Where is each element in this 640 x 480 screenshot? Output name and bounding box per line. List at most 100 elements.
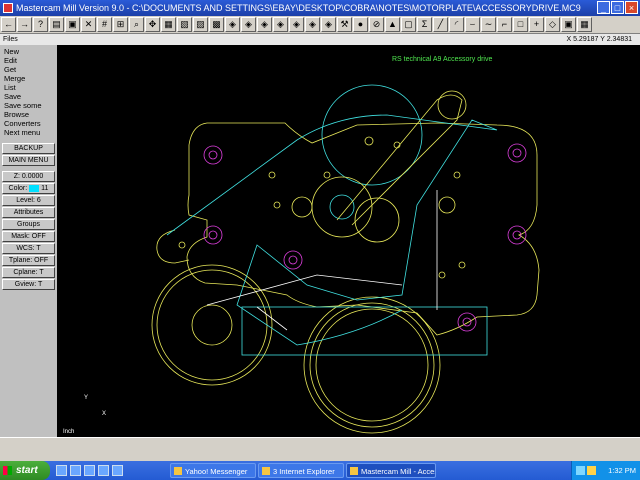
app-quicklaunch-icon[interactable]	[98, 465, 109, 476]
menu-item-list[interactable]: List	[0, 83, 57, 92]
task-yahoo-messenger[interactable]: Yahoo! Messenger	[170, 463, 256, 478]
blank-icon[interactable]: ▢	[401, 17, 416, 32]
cube-4-icon[interactable]: ◈	[273, 17, 288, 32]
menu-item-edit[interactable]: Edit	[0, 56, 57, 65]
view-front-icon[interactable]: ▧	[177, 17, 192, 32]
idler-right	[354, 197, 400, 243]
level-button[interactable]: Level: 6	[2, 195, 55, 206]
ie-quicklaunch-icon[interactable]	[56, 465, 67, 476]
tool-icon[interactable]: ⚒	[337, 17, 352, 32]
view-top-icon[interactable]: ▦	[161, 17, 176, 32]
cad-drawing: RS technical A9 Accessory drive Y X Inch	[63, 56, 540, 435]
app2-quicklaunch-icon[interactable]	[112, 465, 123, 476]
menu-item-save[interactable]: Save	[0, 92, 57, 101]
eraser-icon[interactable]: ◇	[545, 17, 560, 32]
bolt-holes	[203, 143, 527, 332]
pulley-large	[151, 264, 273, 386]
flag-icon[interactable]: ▲	[385, 17, 400, 32]
stop-icon[interactable]: ⊘	[369, 17, 384, 32]
view-side-icon[interactable]: ▨	[193, 17, 208, 32]
menu-item-save-some[interactable]: Save some	[0, 101, 57, 110]
rectangle-icon[interactable]: □	[513, 17, 528, 32]
task-mastercam[interactable]: Mastercam Mill - Acces...	[346, 463, 436, 478]
main-menu-button[interactable]: MAIN MENU	[2, 155, 55, 166]
poly-icon[interactable]: ⌐	[497, 17, 512, 32]
sigma-icon[interactable]: Σ	[417, 17, 432, 32]
drawing-annotation: RS technical A9 Accessory drive	[392, 56, 492, 63]
attributes-button[interactable]: Attributes	[2, 207, 55, 218]
cplane-button[interactable]: Cplane: T	[2, 267, 55, 278]
forward-arrow-icon[interactable]: →	[17, 17, 32, 32]
back-arrow-icon[interactable]: ←	[1, 17, 16, 32]
cube-5-icon[interactable]: ◈	[289, 17, 304, 32]
gview-button[interactable]: Gview: T	[2, 279, 55, 290]
ie-icon	[262, 467, 270, 475]
color-label: Color:	[8, 185, 28, 192]
cube-2-icon[interactable]: ◈	[241, 17, 256, 32]
cube-3-icon[interactable]: ◈	[257, 17, 272, 32]
center-hub	[329, 194, 355, 220]
cube-8-icon[interactable]: ▣	[561, 17, 576, 32]
pulley-bottom-ring2	[315, 308, 429, 422]
settings-icon[interactable]: ▦	[577, 17, 592, 32]
start-label: start	[16, 465, 38, 476]
cube-6-icon[interactable]: ◈	[305, 17, 320, 32]
close-button[interactable]: ×	[625, 1, 638, 14]
title-bar: Mastercam Mill Version 9.0 - C:\DOCUMENT…	[0, 0, 640, 16]
units-label: Inch	[63, 429, 74, 435]
spline-icon[interactable]: ∼	[481, 17, 496, 32]
menu-item-get[interactable]: Get	[0, 65, 57, 74]
start-button[interactable]: start	[0, 461, 50, 480]
idler-left	[291, 196, 313, 218]
small-holes	[178, 136, 466, 279]
mastercam-icon	[350, 467, 358, 475]
cube-7-icon[interactable]: ◈	[321, 17, 336, 32]
maximize-button[interactable]: □	[611, 1, 624, 14]
clock: 1:32 PM	[608, 466, 636, 475]
view-iso-icon[interactable]: ▩	[209, 17, 224, 32]
grid-icon[interactable]: #	[97, 17, 112, 32]
idler-small	[438, 196, 456, 214]
menu-item-new[interactable]: New	[0, 47, 57, 56]
network-icon[interactable]	[576, 466, 585, 475]
backup-button[interactable]: BACKUP	[2, 143, 55, 154]
windows-logo-icon	[3, 466, 12, 475]
tplane-button[interactable]: Tplane: OFF	[2, 255, 55, 266]
task-label: 3 Internet Explorer	[273, 467, 335, 476]
color-button[interactable]: Color: 11	[2, 183, 55, 194]
print-icon[interactable]: ▤	[49, 17, 64, 32]
mask-button[interactable]: Mask: OFF	[2, 231, 55, 242]
menu-item-merge[interactable]: Merge	[0, 74, 57, 83]
volume-icon[interactable]	[587, 466, 596, 475]
menu-item-converters[interactable]: Converters	[0, 119, 57, 128]
groups-button[interactable]: Groups	[2, 219, 55, 230]
solid-icon[interactable]: ●	[353, 17, 368, 32]
measure-icon[interactable]: ⊞	[113, 17, 128, 32]
line-icon[interactable]: ╱	[433, 17, 448, 32]
task-internet-explorer[interactable]: 3 Internet Explorer	[258, 463, 344, 478]
zoom-icon[interactable]: ⌕	[129, 17, 144, 32]
cube-1-icon[interactable]: ◈	[225, 17, 240, 32]
menu-item-browse[interactable]: Browse	[0, 110, 57, 119]
z-depth-button[interactable]: Z: 0.0000	[2, 171, 55, 182]
prompt-bar: Files X 5.29187 Y 2.34831	[0, 34, 640, 45]
move-icon[interactable]: ✥	[145, 17, 160, 32]
menu-item-next-menu[interactable]: Next menu	[0, 128, 57, 137]
task-label: Mastercam Mill - Acces...	[361, 467, 435, 476]
arc-icon[interactable]: ◜	[449, 17, 464, 32]
screen-icon[interactable]: ▣	[65, 17, 80, 32]
delete-icon[interactable]: ✕	[81, 17, 96, 32]
minimize-button[interactable]: _	[597, 1, 610, 14]
cursor-coordinates: X 5.29187 Y 2.34831	[566, 36, 632, 43]
desktop-quicklaunch-icon[interactable]	[70, 465, 81, 476]
point-icon[interactable]: +	[529, 17, 544, 32]
status-bar	[0, 437, 640, 462]
wcs-button[interactable]: WCS: T	[2, 243, 55, 254]
help-icon[interactable]: ?	[33, 17, 48, 32]
graphics-canvas[interactable]: RS technical A9 Accessory drive Y X Inch	[57, 45, 640, 437]
tensioner-arm	[336, 94, 463, 226]
file-menu: New Edit Get Merge List Save Save some B…	[0, 45, 58, 437]
curve-icon[interactable]: ⌣	[465, 17, 480, 32]
media-quicklaunch-icon[interactable]	[84, 465, 95, 476]
taskbar: start Yahoo! Messenger 3 Internet Explor…	[0, 461, 640, 480]
